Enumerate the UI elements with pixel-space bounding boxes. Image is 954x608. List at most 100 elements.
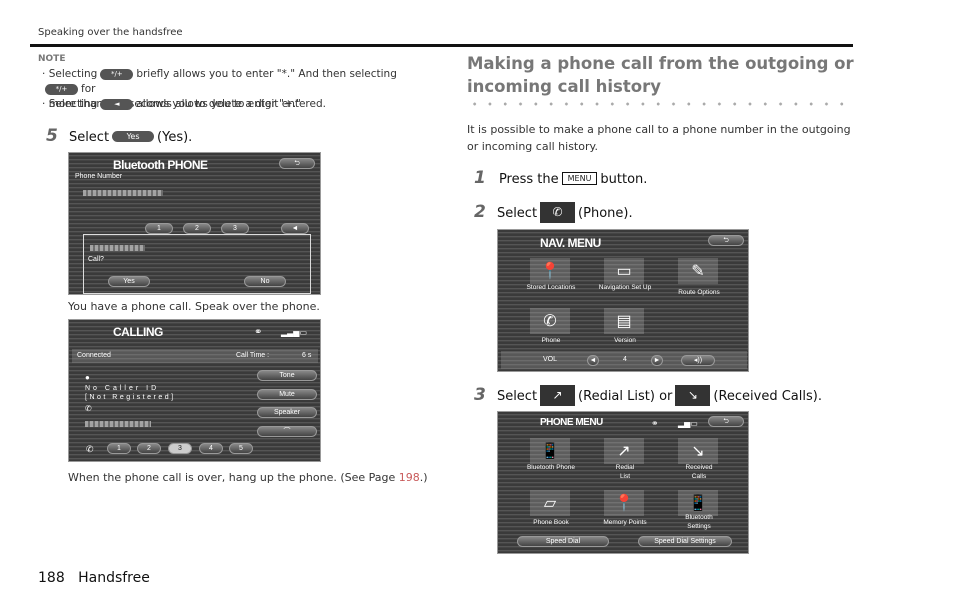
version-label: Version	[614, 337, 636, 344]
text: .)	[419, 471, 428, 484]
caller-number	[85, 421, 151, 427]
phone-menu-screenshot: PHONE MENU ⚭ ▂▅▭ ⮌ 📱 ↗ ↘ Bluetooth Phone…	[497, 411, 749, 554]
bluetooth-settings-label: Bluetooth Settings	[685, 514, 713, 530]
route-options-label: Route Options	[678, 289, 720, 296]
step-text: Select	[496, 389, 538, 404]
step-text: (Redial List) or	[578, 389, 673, 404]
line-4: 4	[199, 443, 223, 454]
page-link[interactable]: 198	[399, 471, 420, 484]
caption-2: When the phone call is over, hang up the…	[68, 470, 428, 485]
calling-screenshot: CALLING ⚭ ▂▃▅▭ Connected Call Time : 6 s…	[68, 319, 321, 462]
step-5: 5 Select Yes (Yes).	[46, 126, 192, 146]
delete-key: ◄	[281, 223, 309, 234]
mute-button: Mute	[257, 389, 317, 400]
phone-icon: ✆	[85, 404, 92, 413]
line-5: 5	[229, 443, 253, 454]
redial-list-icon: ↗	[604, 438, 644, 464]
phone-number-label: Phone Number	[75, 173, 123, 180]
step-1: 1 Press the MENU button.	[474, 168, 647, 188]
phone-menu-icon: ✆	[540, 202, 576, 223]
back-icon: ⮌	[708, 235, 744, 246]
tone-button: Tone	[257, 370, 317, 381]
vol-label: VOL	[543, 356, 558, 363]
speaker-button: Speaker	[257, 407, 317, 418]
signal-battery-icon: ▂▅▭	[678, 419, 698, 428]
received-calls-icon: ↘	[675, 385, 711, 406]
phone-number-value	[83, 190, 163, 196]
call-time-value: 6 s	[302, 352, 312, 359]
phone-book-icon: ▱	[530, 490, 570, 516]
section-heading: Making a phone call from the outgoing or…	[467, 54, 854, 96]
nav-menu-screenshot: NAV. MENU ⮌ 📍 ▭ ✎ Stored Locations Navig…	[497, 229, 749, 372]
registered-status: [Not Registered]	[85, 394, 176, 401]
text: Selecting	[48, 68, 98, 80]
step-2: 2 Select ✆ (Phone).	[474, 202, 633, 223]
vol-value: 4	[623, 356, 627, 363]
call-time-label: Call Time :	[236, 352, 270, 359]
status-bar: Connected Call Time : 6 s	[72, 349, 318, 363]
hang-up-button: ⌒	[257, 426, 317, 437]
redial-list-label: Redial List	[615, 464, 635, 480]
call-dialog: Call? Yes No	[83, 234, 311, 294]
star-plus-button-icon: */+	[100, 68, 134, 80]
footer-section: Handsfree	[78, 570, 150, 586]
line-2: 2	[137, 443, 161, 454]
phone-icon: ✆	[530, 308, 570, 334]
line-3: 3	[168, 443, 192, 454]
line-1: 1	[107, 443, 131, 454]
screen-title: PHONE MENU	[540, 417, 603, 428]
text: allows you to delete a digit entered.	[136, 98, 326, 110]
vol-up-icon: ►	[651, 355, 663, 366]
step-text: (Yes).	[157, 130, 193, 145]
phone-book-label: Phone Book	[533, 519, 569, 526]
redial-list-icon: ↗	[540, 385, 576, 406]
back-icon: ⮌	[279, 158, 315, 169]
navigation-setup-icon: ▭	[604, 258, 644, 284]
step-number: 3	[474, 385, 486, 405]
page-number: 188	[38, 570, 65, 586]
key-3: 3	[221, 223, 249, 234]
step-3: 3 Select ↗ (Redial List) or ↘ (Received Call…	[474, 385, 822, 406]
signal-battery-icon: ▂▃▅▭	[281, 328, 308, 337]
text: briefly allows you to enter "*." And the…	[136, 68, 397, 80]
step-text: button.	[600, 172, 648, 187]
delete-button-icon: ◄	[100, 98, 134, 110]
header-rule	[30, 44, 853, 47]
text: Selecting	[48, 98, 98, 110]
yes-button: Yes	[108, 276, 150, 287]
text: for	[81, 83, 96, 95]
note-item-2: · Selecting ◄ allows you to delete a digit…	[42, 98, 326, 110]
note-title: NOTE	[38, 54, 66, 64]
received-calls-icon: ↘	[678, 438, 718, 464]
speaker-icon: ◂))	[681, 355, 715, 366]
bluetooth-icon: ⚭	[254, 327, 263, 338]
screen-title: Bluetooth PHONE	[113, 158, 208, 172]
screen-title: CALLING	[113, 325, 163, 339]
screen-title: NAV. MENU	[540, 236, 601, 250]
bluetooth-phone-icon: 📱	[530, 438, 570, 464]
memory-points-icon: 📍	[604, 490, 644, 516]
route-options-icon: ✎	[678, 258, 718, 284]
memory-points-label: Memory Points	[603, 519, 647, 526]
call-prompt: Call?	[88, 256, 104, 263]
page-footer: 188 Handsfree	[38, 570, 150, 586]
step-number: 2	[474, 202, 486, 222]
bluetooth-phone-screenshot: Bluetooth PHONE ⮌ Phone Number 1 2 3 ◄ C…	[68, 152, 321, 295]
step-text: (Phone).	[578, 206, 633, 221]
person-icon: ●	[85, 373, 90, 382]
caption-1: You have a phone call. Speak over the ph…	[68, 300, 320, 313]
vol-down-icon: ◄	[587, 355, 599, 366]
status-text: Connected	[77, 352, 111, 359]
back-icon: ⮌	[708, 416, 744, 427]
received-calls-label: Received Calls	[685, 464, 713, 480]
intro-text: It is possible to make a phone call to a…	[467, 123, 851, 153]
key-1: 1	[145, 223, 173, 234]
menu-key-icon: MENU	[561, 172, 598, 185]
text: When the phone call is over, hang up the…	[68, 471, 399, 484]
bluetooth-phone-label: Bluetooth Phone	[526, 464, 576, 471]
navigation-setup-label: Navigation Set Up	[598, 284, 652, 291]
running-header: Speaking over the handsfree	[38, 27, 183, 38]
step-number: 1	[474, 168, 486, 188]
key-2: 2	[183, 223, 211, 234]
version-icon: ▤	[604, 308, 644, 334]
